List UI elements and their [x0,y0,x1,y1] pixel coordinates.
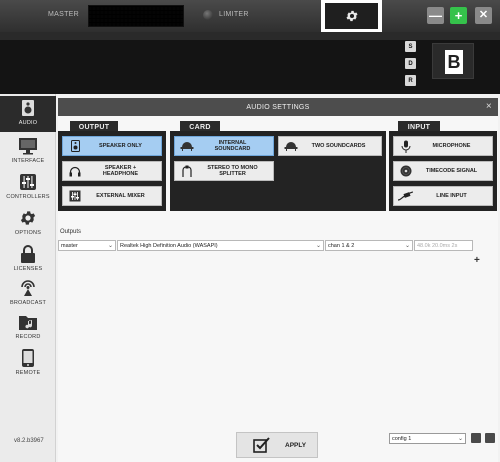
sidebar-item-label: RECORD [15,334,41,340]
settings-sidebar: AUDIO INTERFACE CONTROLLERS OPTIONS LICE… [0,94,56,462]
deck-b-indicator[interactable]: B [432,43,474,79]
microphone-icon [397,137,415,155]
sidebar-item-label: BROADCAST [9,300,47,306]
delete-config-icon[interactable] [485,433,495,443]
panel-header: AUDIO SETTINGS × [58,98,498,116]
settings-button[interactable] [321,0,382,33]
broadcast-icon [17,278,39,298]
add-output-button[interactable]: + [474,255,480,266]
soundcard-icon [178,137,196,155]
deck-b-label: B [445,50,463,74]
deck-r-button[interactable]: R [405,75,416,86]
output-speaker-headphone-button[interactable]: SPEAKER + HEADPHONE [62,161,162,181]
master-label: MASTER [48,11,79,18]
sidebar-item-label: LICENSES [13,266,43,272]
soundcard-icon [282,137,300,155]
deck-strip [0,32,500,94]
apply-label: APPLY [285,441,307,449]
gear-icon [17,208,39,228]
option-label: STEREO TO MONO SPLITTER [207,164,258,178]
option-label: SPEAKER ONLY [99,142,142,149]
input-line-input-button[interactable]: LINE INPUT [393,186,493,206]
chevron-down-icon: ⌄ [315,243,321,249]
sliders-icon [17,172,39,192]
sidebar-item-controllers[interactable]: CONTROLLERS [0,170,56,206]
option-label: INTERNAL SOUNDCARD [214,139,251,153]
version-label: v8.2.b3967 [14,438,44,444]
output-channel-select[interactable]: master ⌄ [58,240,116,251]
speaker-icon [17,98,39,118]
output-channel-value: master [61,242,78,249]
limiter-label: LIMITER [219,11,249,18]
master-level-meter [88,5,184,27]
deck-strip-edge [0,32,500,40]
sidebar-item-label: CONTROLLERS [6,194,50,200]
input-timecode-signal-button[interactable]: TIMECODE SIGNAL [393,161,493,181]
card-internal-soundcard-button[interactable]: INTERNAL SOUNDCARD [174,136,274,156]
sidebar-item-label: INTERFACE [11,158,45,164]
config-value: config 1 [392,435,412,442]
config-select[interactable]: config 1 ⌄ [389,433,466,444]
panel-title: AUDIO SETTINGS [246,103,310,111]
lock-icon [17,244,39,264]
checkbox-icon [253,437,270,453]
gear-icon [345,10,358,22]
output-external-mixer-button[interactable]: EXTERNAL MIXER [62,186,162,206]
chevron-down-icon: ⌄ [107,243,113,249]
headphone-icon [66,162,84,180]
splitter-icon [178,162,196,180]
option-label: TIMECODE SIGNAL [425,167,478,174]
sidebar-item-label: REMOTE [15,370,41,376]
sidebar-item-interface[interactable]: INTERFACE [0,134,56,170]
sidebar-item-licenses[interactable]: LICENSES [0,242,56,278]
chevron-down-icon: ⌄ [457,436,463,442]
output-chan-select[interactable]: chan 1 & 2 ⌄ [325,240,413,251]
sidebar-item-broadcast[interactable]: BROADCAST [0,276,56,312]
option-label: SPEAKER + HEADPHONE [102,164,139,178]
card-stereo-to-mono-splitter-button[interactable]: STEREO TO MONO SPLITTER [174,161,274,181]
output-format-field[interactable]: 48.0k 20.0ms 2s [414,240,473,251]
sidebar-item-remote[interactable]: REMOTE [0,346,56,382]
option-label: EXTERNAL MIXER [96,192,145,199]
maximize-button[interactable]: + [450,7,467,24]
sidebar-item-options[interactable]: OPTIONS [0,206,56,242]
save-config-icon[interactable] [471,433,481,443]
top-bar: MASTER LIMITER — + ✕ [0,0,500,33]
input-microphone-button[interactable]: MICROPHONE [393,136,493,156]
phone-icon [17,348,39,368]
card-two-soundcards-button[interactable]: TWO SOUNDCARDS [278,136,382,156]
output-chan-value: chan 1 & 2 [328,242,355,249]
option-label: MICROPHONE [432,142,471,149]
chevron-down-icon: ⌄ [404,243,410,249]
speaker-icon [66,137,84,155]
music-folder-icon [17,312,39,332]
output-device-value: Realtek High Definition Audio (WASAPI) [120,242,218,249]
apply-button[interactable]: APPLY [236,432,318,458]
plug-icon [397,187,415,205]
deck-s-button[interactable]: S [405,41,416,52]
mixer-icon [66,187,84,205]
monitor-icon [17,136,39,156]
deck-d-button[interactable]: D [405,58,416,69]
sidebar-item-audio[interactable]: AUDIO [0,96,56,132]
vinyl-icon [397,162,415,180]
sidebar-item-record[interactable]: RECORD [0,310,56,346]
minimize-button[interactable]: — [427,7,444,24]
outputs-label: Outputs [60,229,82,235]
output-device-select[interactable]: Realtek High Definition Audio (WASAPI) ⌄ [117,240,324,251]
close-window-button[interactable]: ✕ [475,7,492,24]
output-speaker-only-button[interactable]: SPEAKER ONLY [62,136,162,156]
option-label: TWO SOUNDCARDS [311,142,366,149]
panel-close-button[interactable]: × [486,101,492,113]
output-format-value: 48.0k 20.0ms 2s [417,242,458,249]
option-label: LINE INPUT [436,192,467,199]
sidebar-item-label: AUDIO [18,120,38,126]
sidebar-item-label: OPTIONS [14,230,42,236]
limiter-knob[interactable] [203,10,213,20]
